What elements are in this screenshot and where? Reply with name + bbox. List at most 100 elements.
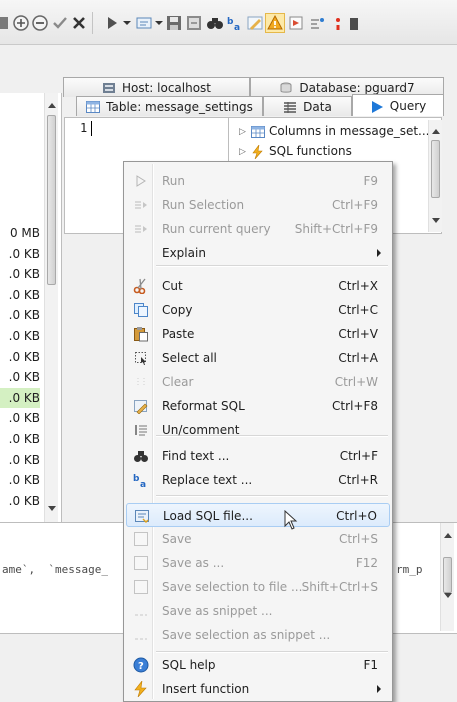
svg-text:a: a (234, 23, 240, 32)
left-panel-scrollbar[interactable] (44, 93, 58, 523)
copy-icon (133, 302, 149, 318)
tab-query[interactable]: Query (352, 94, 444, 116)
mouse-pointer-icon (284, 509, 298, 530)
run-play-icon[interactable] (103, 14, 121, 32)
cancel-x-icon[interactable] (70, 14, 88, 32)
toolbar-partial-button-icon[interactable] (0, 14, 12, 32)
tab-query-label: Query (389, 98, 427, 113)
scroll-up-arrow-icon[interactable] (432, 129, 440, 134)
binoculars-icon[interactable] (206, 14, 224, 32)
menu-item-save-as[interactable]: Save as ... F12 (126, 551, 390, 575)
svg-text:b: b (227, 17, 234, 27)
remove-circle-icon[interactable] (31, 14, 49, 32)
expand-arrow-icon[interactable]: ▷ (239, 127, 246, 137)
scroll-up-arrow-icon[interactable] (48, 103, 56, 108)
tab-table[interactable]: Table: message_settings (76, 96, 263, 116)
tab-host[interactable]: Host: localhost (63, 77, 250, 97)
menu-item-reformat-sql[interactable]: Reformat SQL Ctrl+F8 (126, 394, 390, 418)
menu-item-save[interactable]: Save Ctrl+S (126, 527, 390, 551)
open-file-icon (134, 508, 150, 524)
select-all-icon (133, 350, 149, 366)
load-dropdown-arrow-icon[interactable] (155, 21, 163, 25)
toolbar-edge-icon[interactable] (346, 14, 358, 32)
run-dropdown-arrow-icon[interactable] (123, 21, 131, 25)
save-selection-icon (133, 579, 149, 595)
toolbar: ba (0, 0, 457, 45)
tab-database-label: Database: pguard7 (299, 80, 415, 95)
menu-item-run[interactable]: Run F9 (126, 169, 390, 193)
tree-item-columns[interactable]: Columns in message_set... (269, 124, 430, 138)
size-cell: .0 KB (8, 287, 40, 302)
svg-text:?: ? (138, 661, 144, 672)
size-cell: .0 KB (8, 411, 40, 426)
query-options-icon[interactable] (308, 14, 326, 32)
size-cell: .0 KB (8, 329, 40, 343)
run-icon (133, 173, 149, 189)
submenu-arrow-icon (377, 249, 381, 257)
scroll-up-arrow-icon[interactable] (444, 533, 452, 538)
menu-item-uncomment[interactable]: Un/comment (126, 418, 390, 442)
svg-text:a: a (140, 480, 146, 488)
menu-item-select-all[interactable]: Select all Ctrl+A (126, 346, 390, 370)
sql-panel-scrollbar[interactable] (440, 523, 454, 631)
reformat-icon[interactable] (246, 14, 264, 32)
menu-item-clear[interactable]: Clear Ctrl+W (126, 370, 390, 394)
load-sql-icon[interactable] (135, 14, 153, 32)
helper-tree-scrollbar[interactable] (428, 120, 442, 232)
save-disk-icon[interactable] (165, 14, 183, 32)
size-cell: .0 KB (8, 308, 40, 323)
menu-item-save-as-snippet[interactable]: Save as snippet ... (126, 599, 390, 623)
help-icon: ? (133, 657, 149, 673)
menu-item-insert-function[interactable]: Insert function (126, 677, 390, 701)
menu-item-copy[interactable]: Copy Ctrl+C (126, 298, 390, 322)
columns-table-icon (251, 125, 265, 139)
snippet-icon (133, 603, 149, 619)
scroll-down-arrow-icon[interactable] (432, 218, 440, 223)
checkmark-icon[interactable] (51, 14, 69, 32)
warning-icon[interactable] (265, 13, 285, 33)
menu-item-sql-help[interactable]: ? SQL help F1 (126, 653, 390, 677)
tree-item-sql-functions[interactable]: SQL functions (269, 144, 352, 158)
snippet-selection-icon (133, 627, 149, 643)
menu-item-save-selection-to-file[interactable]: Save selection to file ... Shift+Ctrl+S (126, 575, 390, 599)
scroll-down-arrow-icon[interactable] (444, 593, 452, 598)
tab-table-label: Table: message_settings (106, 99, 253, 114)
save-as-icon (133, 555, 149, 571)
scroll-down-arrow-icon[interactable] (48, 506, 56, 511)
menu-item-save-selection-as-snippet[interactable]: Save selection as snippet ... (126, 623, 390, 647)
run-snippet-icon[interactable] (287, 14, 305, 32)
save-snippet-icon[interactable] (185, 14, 203, 32)
menu-item-replace-text[interactable]: ba Replace text ... Ctrl+R (126, 468, 390, 492)
menu-item-cut[interactable]: Cut Ctrl+X (126, 274, 390, 298)
paste-icon (133, 326, 149, 342)
tab-host-label: Host: localhost (121, 80, 212, 95)
menu-item-explain[interactable]: Explain (126, 241, 390, 265)
menu-item-run-current-query[interactable]: Run current query Shift+Ctrl+F9 (126, 217, 390, 241)
menu-item-find-text[interactable]: Find text ... Ctrl+F (126, 444, 390, 468)
comment-icon (133, 422, 149, 438)
binoculars-icon (133, 448, 149, 464)
semicolon-icon[interactable] (329, 14, 347, 32)
clear-icon (133, 374, 149, 390)
submenu-arrow-icon (377, 685, 381, 693)
scroll-thumb[interactable] (443, 557, 452, 593)
reformat-icon (133, 398, 149, 414)
size-cell: .0 KB (0, 387, 40, 408)
replace-icon: ba (133, 472, 149, 488)
menu-item-paste[interactable]: Paste Ctrl+V (126, 322, 390, 346)
tab-data[interactable]: Data (263, 96, 352, 116)
scroll-thumb[interactable] (47, 115, 56, 285)
scroll-thumb[interactable] (431, 140, 440, 198)
menu-item-load-sql-file[interactable]: Load SQL file... Ctrl+O (126, 503, 390, 527)
add-circle-icon[interactable] (12, 14, 30, 32)
table-list-panel: 0 MB .0 KB .0 KB .0 KB .0 KB .0 KB .0 KB .0 KB.… (0, 93, 62, 523)
size-cell: 0 MB (9, 226, 40, 240)
expand-arrow-icon[interactable]: ▷ (239, 147, 246, 157)
query-play-icon (370, 100, 384, 113)
replace-icon[interactable]: ba (226, 14, 244, 32)
text-cursor (91, 121, 92, 136)
database-icon (279, 82, 293, 94)
size-cell: .0 KB (8, 493, 40, 508)
menu-item-run-selection[interactable]: Run Selection Ctrl+F9 (126, 193, 390, 217)
svg-text:b: b (133, 474, 140, 484)
